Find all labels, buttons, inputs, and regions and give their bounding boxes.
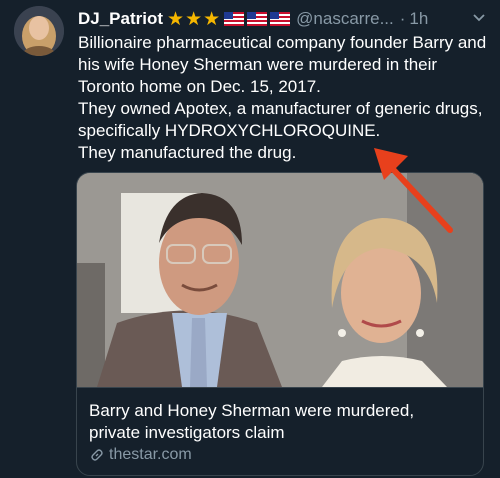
star-icon: ★ (167, 8, 185, 30)
card-domain-text[interactable]: thestar.com (109, 446, 192, 464)
link-icon (91, 449, 103, 461)
card-info[interactable]: Barry and Honey Sherman were murdered, p… (77, 387, 483, 475)
display-name[interactable]: DJ_Patriot (78, 9, 163, 29)
us-flag-icon (270, 12, 291, 26)
card-domain[interactable]: thestar.com (89, 446, 192, 464)
card-title[interactable]: Barry and Honey Sherman were murdered, p… (89, 400, 469, 444)
chevron-down-icon[interactable] (472, 11, 486, 25)
tweet-text: Billionaire pharmaceutical company found… (78, 32, 488, 164)
avatar[interactable] (14, 6, 64, 56)
tweet[interactable]: DJ_Patriot ★ ★ ★ @nascarre... · 1h Billi… (0, 0, 500, 478)
timestamp[interactable]: 1h (409, 9, 428, 29)
separator-dot: · (399, 9, 406, 28)
tweet-text-line: They owned Apotex, a manufacturer of gen… (78, 99, 483, 140)
tweet-text-line: Billionaire pharmaceutical company found… (78, 33, 487, 96)
link-preview-card[interactable]: Barry and Honey Sherman were murdered, p… (76, 172, 484, 476)
name-emojis: ★ ★ ★ (167, 8, 291, 30)
user-handle[interactable]: @nascarre... (296, 9, 394, 29)
avatar-image (14, 6, 64, 56)
card-photo[interactable] (77, 173, 483, 387)
us-flag-icon (224, 12, 245, 26)
us-flag-icon (247, 12, 268, 26)
star-icon: ★ (203, 8, 221, 30)
star-icon: ★ (185, 8, 203, 30)
tweet-text-line: They manufactured the drug. (78, 143, 297, 162)
tweet-header: DJ_Patriot ★ ★ ★ @nascarre... · 1h (78, 8, 486, 30)
